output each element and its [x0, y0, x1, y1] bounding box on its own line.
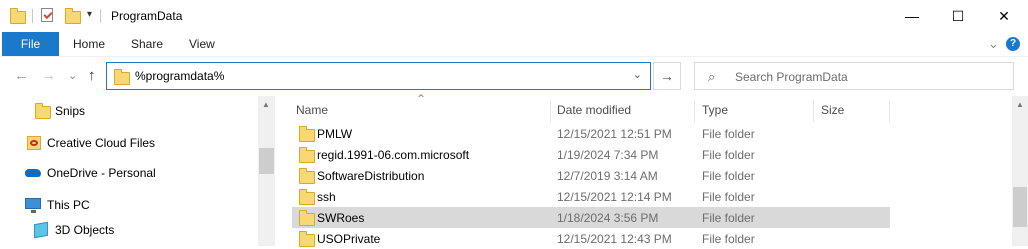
back-button[interactable]: ← — [14, 67, 29, 84]
file-date: 1/18/2024 3:56 PM — [557, 211, 659, 225]
title-bar: ▾ ProgramData — ☐ ✕ — [0, 0, 1028, 32]
file-name: SoftwareDistribution — [317, 169, 425, 183]
folder-icon — [114, 69, 130, 85]
chevron-down-icon[interactable]: ⌄ — [633, 68, 642, 81]
column-divider[interactable] — [813, 100, 814, 122]
nav-item-label: Snips — [55, 104, 86, 118]
column-divider[interactable] — [889, 100, 890, 122]
file-name: SWRoes — [317, 211, 365, 225]
new-folder-icon[interactable] — [65, 8, 81, 24]
up-button[interactable]: ↑ — [88, 67, 96, 84]
file-date: 1/19/2024 7:34 PM — [557, 148, 659, 162]
file-date: 12/15/2021 12:51 PM — [557, 127, 672, 141]
tab-view[interactable]: View — [189, 32, 215, 56]
search-icon: ⌕ — [708, 69, 716, 84]
file-type: File folder — [702, 232, 755, 246]
sort-ascending-icon: ⌃ — [416, 92, 427, 106]
file-name: ssh — [317, 190, 336, 204]
folder-icon — [299, 231, 315, 247]
forward-button[interactable]: → — [41, 67, 56, 84]
scroll-up-icon[interactable]: ▲ — [262, 100, 270, 109]
customize-toolbar-icon[interactable]: ▾ — [87, 9, 92, 20]
file-date: 12/15/2021 12:14 PM — [557, 190, 672, 204]
cube-icon — [34, 221, 48, 239]
nav-item-label: OneDrive - Personal — [47, 166, 156, 180]
pc-icon — [25, 198, 41, 213]
divider — [100, 9, 101, 23]
folder-icon — [299, 168, 315, 184]
folder-icon — [299, 126, 315, 142]
nav-scrollbar-thumb[interactable] — [259, 148, 274, 174]
tab-home[interactable]: Home — [73, 32, 105, 56]
recent-locations-button[interactable]: ⌄ — [68, 69, 77, 82]
help-icon[interactable]: ? — [1006, 37, 1020, 51]
file-type: File folder — [702, 148, 755, 162]
folder-icon — [10, 8, 26, 24]
column-header-name[interactable]: Name — [296, 103, 328, 117]
file-name: USOPrivate — [317, 232, 381, 246]
file-date: 12/7/2019 3:14 AM — [557, 169, 658, 183]
tab-file[interactable]: File — [2, 32, 59, 56]
search-box[interactable]: ⌕ Search ProgramData — [694, 62, 1014, 90]
divider — [32, 9, 33, 23]
properties-icon[interactable] — [41, 8, 53, 22]
creative-cloud-icon — [27, 136, 41, 150]
file-type: File folder — [702, 127, 755, 141]
search-input[interactable]: Search ProgramData — [735, 70, 848, 84]
table-row-selected[interactable]: SWRoes 1/18/2024 3:56 PM File folder — [292, 207, 890, 228]
window-title: ProgramData — [111, 9, 183, 23]
nav-item-label: 3D Objects — [55, 223, 115, 237]
scroll-up-icon[interactable]: ▲ — [1016, 100, 1024, 109]
table-row[interactable]: regid.1991-06.com.microsoft 1/19/2024 7:… — [292, 144, 890, 165]
cloud-icon — [25, 169, 41, 177]
folder-icon — [299, 189, 315, 205]
column-divider[interactable] — [550, 100, 551, 122]
navigation-bar: ← → ⌄ ↑ %programdata% ⌄ → ⌕ Search Progr… — [0, 57, 1028, 95]
file-type: File folder — [702, 211, 755, 225]
file-type: File folder — [702, 190, 755, 204]
address-input[interactable]: %programdata% — [135, 69, 224, 83]
column-header-type[interactable]: Type — [702, 103, 728, 117]
navigation-pane: Snips Creative Cloud Files OneDrive - Pe… — [0, 96, 275, 246]
tab-share[interactable]: Share — [131, 32, 163, 56]
file-name: PMLW — [317, 127, 353, 141]
content-scrollbar-thumb[interactable] — [1013, 187, 1027, 227]
table-row[interactable]: SoftwareDistribution 12/7/2019 3:14 AM F… — [292, 165, 890, 186]
address-bar[interactable]: %programdata% ⌄ — [106, 62, 651, 90]
maximize-button[interactable]: ☐ — [935, 0, 981, 32]
close-button[interactable]: ✕ — [981, 0, 1027, 32]
nav-item-label: Creative Cloud Files — [47, 136, 156, 150]
nav-item-label: This PC — [47, 198, 90, 212]
table-row[interactable]: PMLW 12/15/2021 12:51 PM File folder — [292, 123, 890, 144]
go-button[interactable]: → — [653, 62, 681, 90]
folder-icon — [299, 210, 315, 226]
file-name: regid.1991-06.com.microsoft — [317, 148, 470, 162]
column-header-size[interactable]: Size — [821, 103, 844, 117]
column-divider[interactable] — [694, 100, 695, 122]
file-date: 12/15/2021 12:43 PM — [557, 232, 672, 246]
column-header-date[interactable]: Date modified — [557, 103, 631, 117]
file-type: File folder — [702, 169, 755, 183]
table-row[interactable]: ssh 12/15/2021 12:14 PM File folder — [292, 186, 890, 207]
ribbon-tabs: File Home Share View ⌄ ? — [0, 32, 1028, 57]
expand-ribbon-icon[interactable]: ⌄ — [988, 32, 999, 56]
folder-icon — [299, 147, 315, 163]
minimize-button[interactable]: — — [889, 0, 935, 32]
folder-icon — [35, 103, 51, 119]
